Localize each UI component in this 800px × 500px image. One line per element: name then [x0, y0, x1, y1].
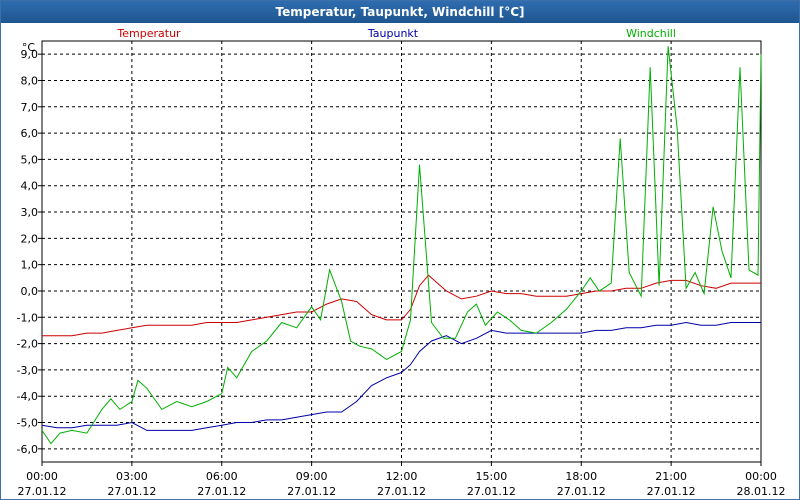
- x-tick-date-label: 28.01.12: [737, 485, 786, 498]
- y-tick-label: -1,0: [17, 311, 38, 324]
- x-axis-ticks: 00:00 27.01.12 03:00 27.01.12 06:00 27.01.12 0…: [18, 462, 786, 498]
- x-tick-date-label: 27.01.12: [107, 485, 156, 498]
- y-tick-label: -6,0: [17, 443, 38, 456]
- y-tick-label: 6,0: [21, 127, 39, 140]
- x-tick-time-label: 03:00: [116, 470, 148, 483]
- legend: Temperatur Taupunkt Windchill: [116, 27, 676, 40]
- x-tick-date-label: 27.01.12: [557, 485, 606, 498]
- y-tick-label: 8,0: [21, 74, 39, 87]
- y-tick-label: -4,0: [17, 390, 38, 403]
- x-tick-time-label: 18:00: [565, 470, 597, 483]
- x-tick-date-label: 27.01.12: [377, 485, 426, 498]
- chart-window: Temperatur, Taupunkt, Windchill [°C] °C …: [0, 0, 800, 500]
- y-tick-label: 7,0: [21, 101, 39, 114]
- x-tick-time-label: 06:00: [206, 470, 238, 483]
- x-tick-date-label: 27.01.12: [467, 485, 516, 498]
- x-tick-time-label: 21:00: [655, 470, 687, 483]
- x-tick-date-label: 27.01.12: [287, 485, 336, 498]
- window-title: Temperatur, Taupunkt, Windchill [°C]: [1, 1, 799, 23]
- x-tick-date-label: 27.01.12: [18, 485, 67, 498]
- grid: [42, 41, 761, 462]
- x-tick-time-label: 15:00: [476, 470, 508, 483]
- x-tick-time-label: 12:00: [386, 470, 418, 483]
- legend-entry-taupunkt: Taupunkt: [367, 27, 419, 40]
- x-tick-date-label: 27.01.12: [647, 485, 696, 498]
- line-chart: °C 9,08,07,06,05,04,03,02,01,00,0-1,0-2,…: [17, 27, 786, 498]
- y-tick-label: 4,0: [21, 180, 39, 193]
- y-tick-label: 2,0: [21, 232, 39, 245]
- y-tick-label: -5,0: [17, 417, 38, 430]
- y-tick-label: 9,0: [21, 48, 39, 61]
- y-tick-label: 0,0: [21, 285, 39, 298]
- y-tick-label: 5,0: [21, 153, 39, 166]
- y-axis-ticks: 9,0 8,0 7,0 6,0 5,0 4,0 3,0 2,0 1,0 0,0 -1,0 -2,0 -3…: [17, 48, 42, 456]
- y-tick-label: -2,0: [17, 338, 38, 351]
- x-tick-time-label: 09:00: [296, 470, 328, 483]
- legend-entry-windchill: Windchill: [626, 27, 676, 40]
- y-tick-label: 1,0: [21, 259, 39, 272]
- legend-entry-temperatur: Temperatur: [116, 27, 181, 40]
- y-tick-label: 3,0: [21, 206, 39, 219]
- x-tick-time-label: 00:00: [745, 470, 777, 483]
- x-tick-time-label: 00:00: [26, 470, 58, 483]
- y-tick-label: -3,0: [17, 364, 38, 377]
- x-tick-date-label: 27.01.12: [197, 485, 246, 498]
